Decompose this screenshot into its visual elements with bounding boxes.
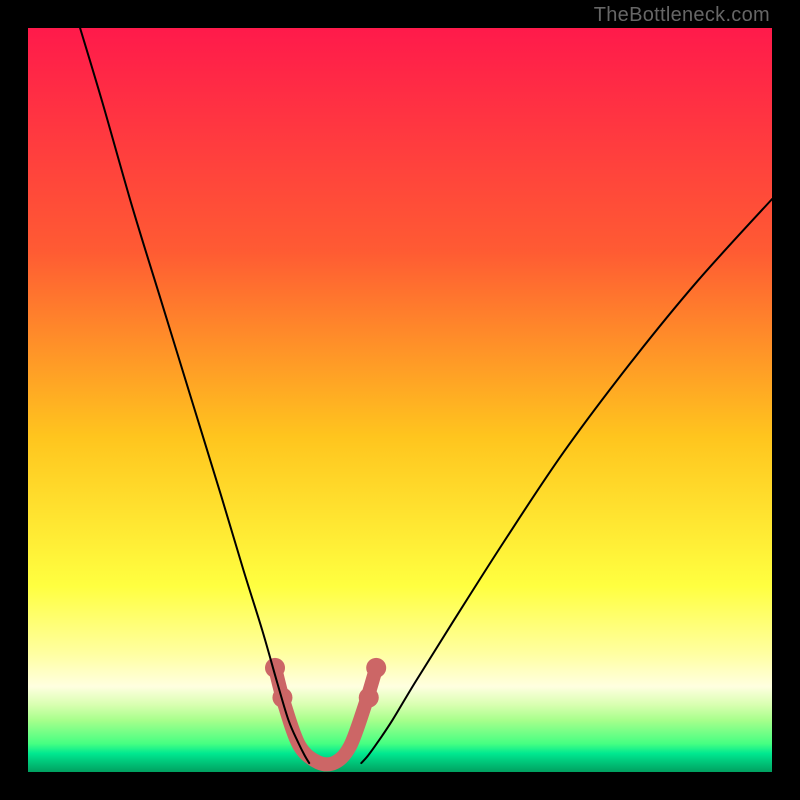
bottom-hump-line (275, 668, 376, 765)
hump-marker (366, 658, 386, 678)
chart-svg (28, 28, 772, 772)
right-curve-line (361, 199, 772, 763)
left-curve-line (80, 28, 309, 763)
watermark-text: TheBottleneck.com (594, 4, 770, 27)
hump-marker (359, 688, 379, 708)
